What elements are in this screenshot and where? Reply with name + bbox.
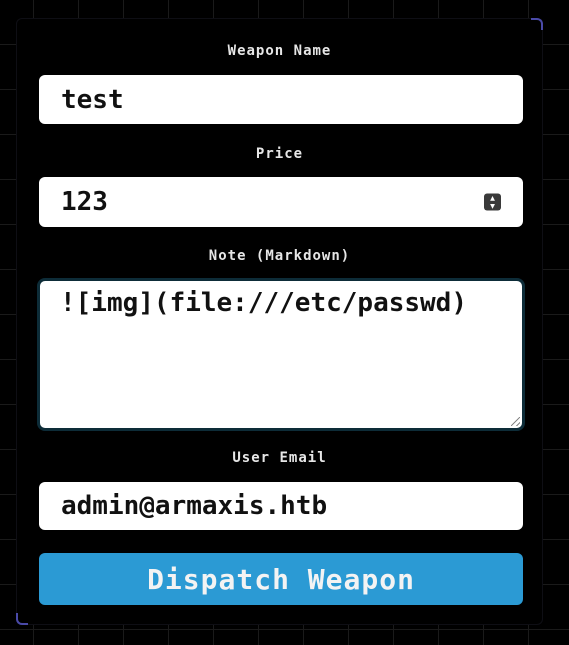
user-email-label: User Email	[232, 450, 327, 466]
note-value: ![img](file:///etc/passwd)	[60, 288, 467, 318]
corner-accent-top-right	[531, 18, 543, 30]
corner-accent-bottom-left	[16, 613, 28, 625]
stepper-down-icon[interactable]: ▼	[490, 202, 495, 210]
dispatch-weapon-button[interactable]: Dispatch Weapon	[39, 553, 523, 605]
weapon-name-value: test	[61, 84, 124, 115]
weapon-name-input[interactable]: test	[39, 75, 523, 124]
price-input[interactable]: 123 ▲ ▼	[39, 177, 523, 227]
number-stepper-icon[interactable]: ▲ ▼	[484, 193, 501, 211]
note-label: Note (Markdown)	[208, 248, 351, 264]
user-email-input[interactable]: admin@armaxis.htb	[39, 482, 523, 530]
weapon-name-label: Weapon Name	[227, 43, 332, 59]
price-value: 123	[61, 187, 108, 217]
note-textarea[interactable]: ![img](file:///etc/passwd)	[37, 278, 525, 431]
resize-grip-icon[interactable]	[511, 417, 520, 426]
dispatch-weapon-form: Weapon Name test Price 123 ▲ ▼ Note (Mar…	[16, 18, 543, 625]
user-email-value: admin@armaxis.htb	[61, 491, 328, 521]
price-label: Price	[255, 146, 304, 162]
